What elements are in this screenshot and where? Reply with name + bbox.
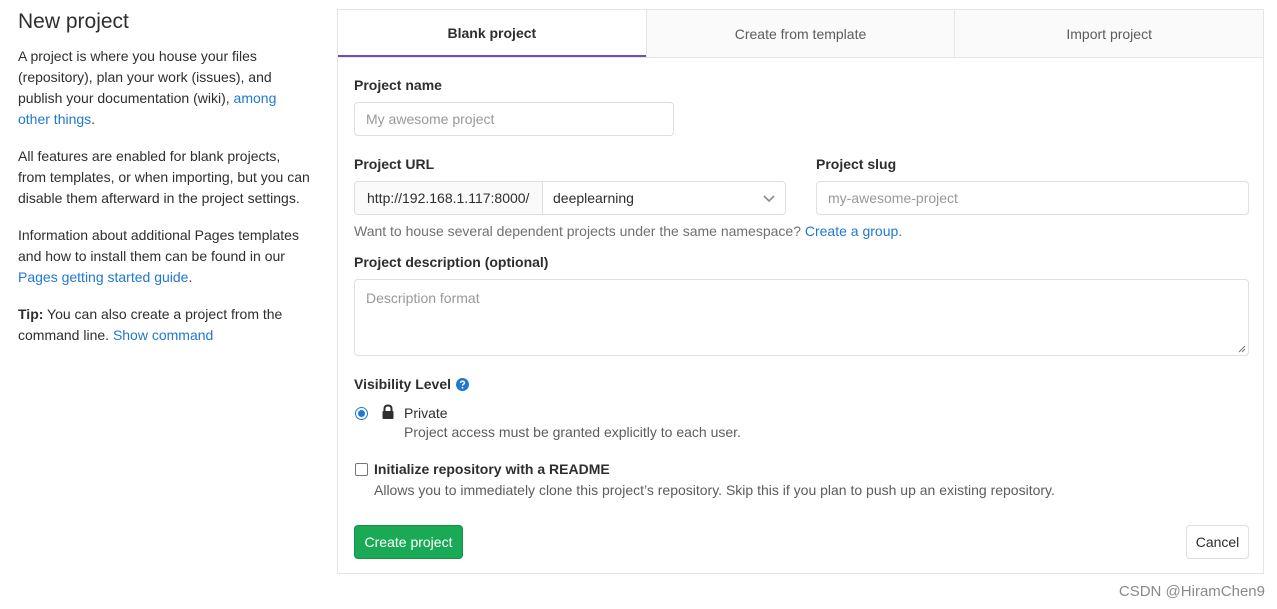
project-slug-placeholder: my-awesome-project bbox=[828, 190, 958, 206]
readme-label[interactable]: Initialize repository with a README bbox=[374, 461, 610, 477]
visibility-private-label[interactable]: Private bbox=[404, 405, 448, 421]
pages-end: . bbox=[188, 269, 193, 285]
cancel-button[interactable]: Cancel bbox=[1186, 525, 1249, 559]
tab-import-project[interactable]: Import project bbox=[954, 10, 1264, 57]
page-title: New project bbox=[18, 10, 129, 33]
project-form-panel: Blank project Create from template Impor… bbox=[337, 9, 1264, 574]
namespace-select[interactable]: deeplearning bbox=[542, 181, 786, 215]
show-command-link[interactable]: Show command bbox=[113, 327, 213, 343]
question-circle-icon[interactable] bbox=[456, 377, 470, 391]
url-prefix-text: http://192.168.1.117:8000/ bbox=[367, 190, 530, 206]
watermark: CSDN @HiramChen9 bbox=[1118, 583, 1265, 600]
project-name-input[interactable]: My awesome project bbox=[354, 102, 674, 136]
tip-label: Tip: bbox=[18, 306, 44, 322]
project-description-textarea[interactable]: Description format bbox=[354, 279, 1249, 356]
project-slug-input[interactable]: my-awesome-project bbox=[816, 181, 1249, 215]
intro-end: . bbox=[91, 111, 96, 127]
resize-grip-icon[interactable] bbox=[1238, 345, 1246, 353]
visibility-private-radio[interactable] bbox=[355, 407, 368, 420]
intro-paragraph: A project is where you house your files … bbox=[18, 46, 310, 130]
sidebar: New project A project is where you house… bbox=[18, 8, 310, 362]
project-description-label: Project description (optional) bbox=[354, 254, 549, 270]
namespace-value: deeplearning bbox=[553, 190, 634, 206]
pages-guide-link[interactable]: Pages getting started guide bbox=[18, 269, 188, 285]
readme-checkbox[interactable] bbox=[355, 463, 368, 476]
description-placeholder: Description format bbox=[366, 290, 480, 306]
namespace-help: Want to house several dependent projects… bbox=[354, 223, 902, 239]
create-group-link[interactable]: Create a group. bbox=[805, 223, 902, 239]
project-tabs: Blank project Create from template Impor… bbox=[338, 10, 1264, 58]
visibility-label-text: Visibility Level bbox=[354, 376, 452, 392]
tab-blank-project[interactable]: Blank project bbox=[338, 10, 646, 57]
project-name-placeholder: My awesome project bbox=[366, 111, 495, 127]
visibility-private-help: Project access must be granted explicitl… bbox=[404, 424, 741, 440]
pages-paragraph: Information about additional Pages templ… bbox=[18, 225, 310, 288]
readme-help: Allows you to immediately clone this pro… bbox=[374, 482, 1055, 498]
project-url-prefix: http://192.168.1.117:8000/ bbox=[354, 181, 543, 215]
project-name-label: Project name bbox=[354, 77, 442, 93]
features-paragraph: All features are enabled for blank proje… bbox=[18, 148, 310, 206]
namespace-help-text: Want to house several dependent projects… bbox=[354, 223, 801, 239]
tip-paragraph: Tip: You can also create a project from … bbox=[18, 304, 310, 346]
lock-icon bbox=[381, 404, 395, 423]
chevron-down-icon bbox=[763, 190, 775, 206]
project-url-label: Project URL bbox=[354, 156, 435, 172]
tab-create-from-template[interactable]: Create from template bbox=[645, 10, 955, 57]
project-slug-label: Project slug bbox=[816, 156, 897, 172]
create-project-button[interactable]: Create project bbox=[354, 525, 463, 559]
pages-text: Information about additional Pages templ… bbox=[18, 227, 299, 264]
visibility-level-label: Visibility Level bbox=[354, 376, 470, 392]
